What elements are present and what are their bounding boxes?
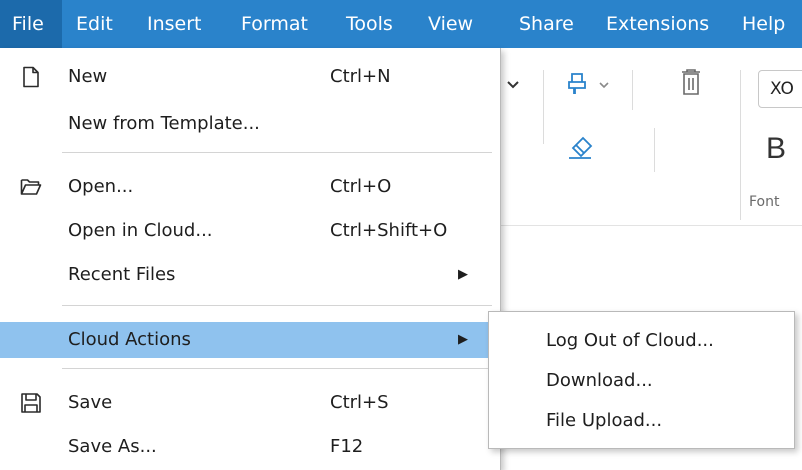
paint-format-icon[interactable] bbox=[566, 70, 592, 102]
menu-item-label: New from Template... bbox=[68, 113, 260, 134]
toolbar-divider bbox=[654, 128, 655, 172]
menu-help[interactable]: Help bbox=[742, 0, 785, 48]
shortcut-label: Ctrl+N bbox=[330, 66, 391, 87]
menu-item-save-as[interactable]: Save As... F12 bbox=[0, 430, 500, 464]
font-group-label: Font bbox=[749, 194, 780, 210]
menu-item-open-in-cloud[interactable]: Open in Cloud... Ctrl+Shift+O bbox=[0, 214, 500, 248]
menu-item-label: Log Out of Cloud... bbox=[546, 330, 714, 351]
menu-separator bbox=[62, 152, 492, 153]
shortcut-label: Ctrl+Shift+O bbox=[330, 220, 448, 241]
menu-item-label: Save As... bbox=[68, 436, 157, 457]
menu-format[interactable]: Format bbox=[241, 0, 308, 48]
menu-item-label: New bbox=[68, 66, 108, 87]
menu-item-open[interactable]: Open... Ctrl+O bbox=[0, 170, 500, 204]
menu-item-cloud-actions[interactable]: Cloud Actions ▶ bbox=[0, 322, 500, 358]
menu-item-label: Open... bbox=[68, 176, 134, 197]
toolbar-divider bbox=[632, 70, 633, 110]
menu-separator bbox=[62, 305, 492, 306]
menu-item-new[interactable]: New Ctrl+N bbox=[0, 60, 500, 94]
menu-item-new-from-template[interactable]: New from Template... bbox=[0, 107, 500, 141]
submenu-arrow-icon: ▶ bbox=[458, 332, 468, 347]
menu-item-label: Download... bbox=[546, 370, 653, 391]
menu-separator bbox=[62, 368, 492, 369]
submenu-item-download[interactable]: Download... bbox=[489, 364, 794, 398]
menu-item-label: Cloud Actions bbox=[68, 329, 191, 350]
delete-icon[interactable] bbox=[680, 68, 702, 102]
menu-view[interactable]: View bbox=[428, 0, 473, 48]
chevron-down-icon[interactable] bbox=[505, 76, 521, 95]
shortcut-label: Ctrl+O bbox=[330, 176, 392, 197]
menu-item-save[interactable]: Save Ctrl+S bbox=[0, 386, 500, 420]
eraser-icon[interactable] bbox=[565, 130, 595, 164]
menu-extensions[interactable]: Extensions bbox=[606, 0, 709, 48]
submenu-item-file-upload[interactable]: File Upload... bbox=[489, 404, 794, 438]
shortcut-label: F12 bbox=[330, 436, 364, 457]
new-document-icon bbox=[20, 66, 42, 88]
shortcut-label: Ctrl+S bbox=[330, 392, 389, 413]
chevron-down-icon[interactable] bbox=[597, 76, 611, 95]
save-icon bbox=[20, 392, 42, 414]
submenu-arrow-icon: ▶ bbox=[458, 267, 468, 282]
menu-file[interactable]: File bbox=[0, 0, 62, 48]
menu-item-label: File Upload... bbox=[546, 410, 663, 431]
menu-edit[interactable]: Edit bbox=[76, 0, 113, 48]
font-name-field[interactable]: XO bbox=[758, 70, 802, 108]
menu-item-label: Save bbox=[68, 392, 113, 413]
submenu-item-log-out-of-cloud[interactable]: Log Out of Cloud... bbox=[489, 324, 794, 358]
bold-button[interactable]: B bbox=[766, 132, 786, 166]
menubar: File Edit Insert Format Tools View Share… bbox=[0, 0, 802, 48]
menu-item-recent-files[interactable]: Recent Files ▶ bbox=[0, 258, 500, 292]
menu-item-label: Recent Files bbox=[68, 264, 176, 285]
toolbar-divider bbox=[740, 70, 741, 220]
menu-share[interactable]: Share bbox=[519, 0, 574, 48]
cloud-actions-submenu: Log Out of Cloud... Download... File Upl… bbox=[488, 311, 795, 449]
menu-insert[interactable]: Insert bbox=[147, 0, 202, 48]
menu-item-label: Open in Cloud... bbox=[68, 220, 213, 241]
menu-tools[interactable]: Tools bbox=[346, 0, 393, 48]
file-menu: New Ctrl+N New from Template... Open... … bbox=[0, 48, 501, 470]
folder-open-icon bbox=[20, 176, 42, 198]
toolbar-divider bbox=[543, 70, 544, 144]
